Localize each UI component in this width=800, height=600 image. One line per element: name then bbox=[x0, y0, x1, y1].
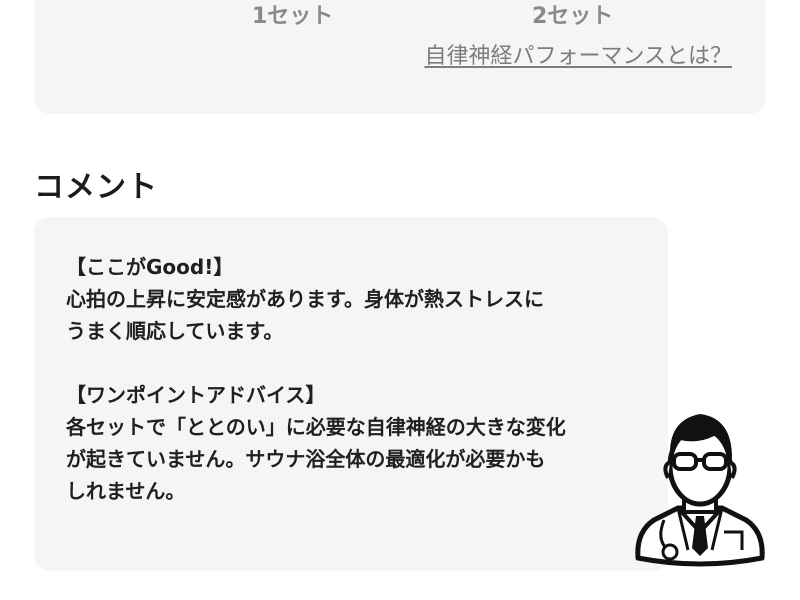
set-1-label: 1セット bbox=[252, 4, 334, 29]
set-2-label: 2セット bbox=[532, 4, 614, 29]
advice-line-1: 各セットで「ととのい」に必要な自律神経の大きな変化 bbox=[66, 415, 566, 439]
what-is-anp-link[interactable]: 自律神経パフォーマンスとは？ bbox=[424, 38, 732, 70]
advice-line-3: しれません。 bbox=[66, 479, 186, 503]
comment-body: 【ここがGood!】 心拍の上昇に安定感があります。身体が熱ストレスに うまく順… bbox=[66, 251, 656, 507]
good-line-2: うまく順応しています。 bbox=[66, 319, 284, 343]
comment-heading: コメント bbox=[34, 170, 158, 205]
good-title: 【ここがGood!】 bbox=[66, 255, 234, 279]
good-line-1: 心拍の上昇に安定感があります。身体が熱ストレスに bbox=[66, 287, 544, 311]
advice-line-2: が起きていません。サウナ浴全体の最適化が必要かも bbox=[66, 447, 546, 471]
comment-card: 【ここがGood!】 心拍の上昇に安定感があります。身体が熱ストレスに うまく順… bbox=[34, 217, 668, 571]
anp-summary-card: 1セット 2セット 自律神経パフォーマンスとは？ bbox=[34, 0, 766, 114]
doctor-avatar-icon bbox=[628, 400, 772, 578]
advice-title: 【ワンポイントアドバイス】 bbox=[66, 383, 326, 407]
